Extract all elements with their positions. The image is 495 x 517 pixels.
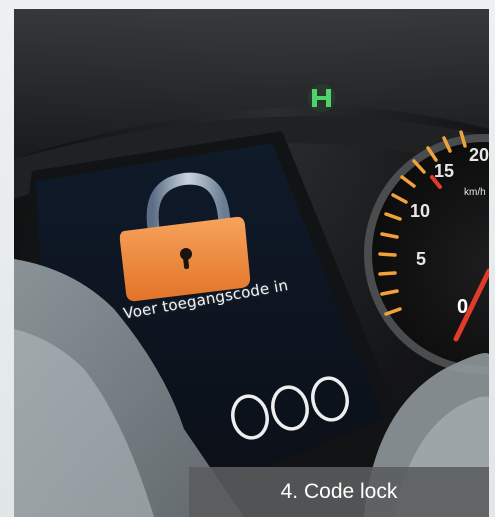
image-frame: 0 5 10 15 20 km/h 0 Voer toegangscode in… xyxy=(0,0,495,517)
gauge-unit-label: km/h xyxy=(464,187,486,198)
image-caption: 4. Code lock xyxy=(189,467,489,517)
gauge-tick-label: 5 xyxy=(416,249,427,269)
gauge-tick-label: 10 xyxy=(410,201,431,221)
h-indicator-icon xyxy=(307,84,336,112)
gauge-tick-label: 20 xyxy=(469,145,489,165)
gauge-tick-label: 0 xyxy=(457,296,469,318)
photo: 0 5 10 15 20 km/h 0 Voer toegangscode in xyxy=(14,9,489,517)
gauge-tick-label: 15 xyxy=(434,161,455,181)
